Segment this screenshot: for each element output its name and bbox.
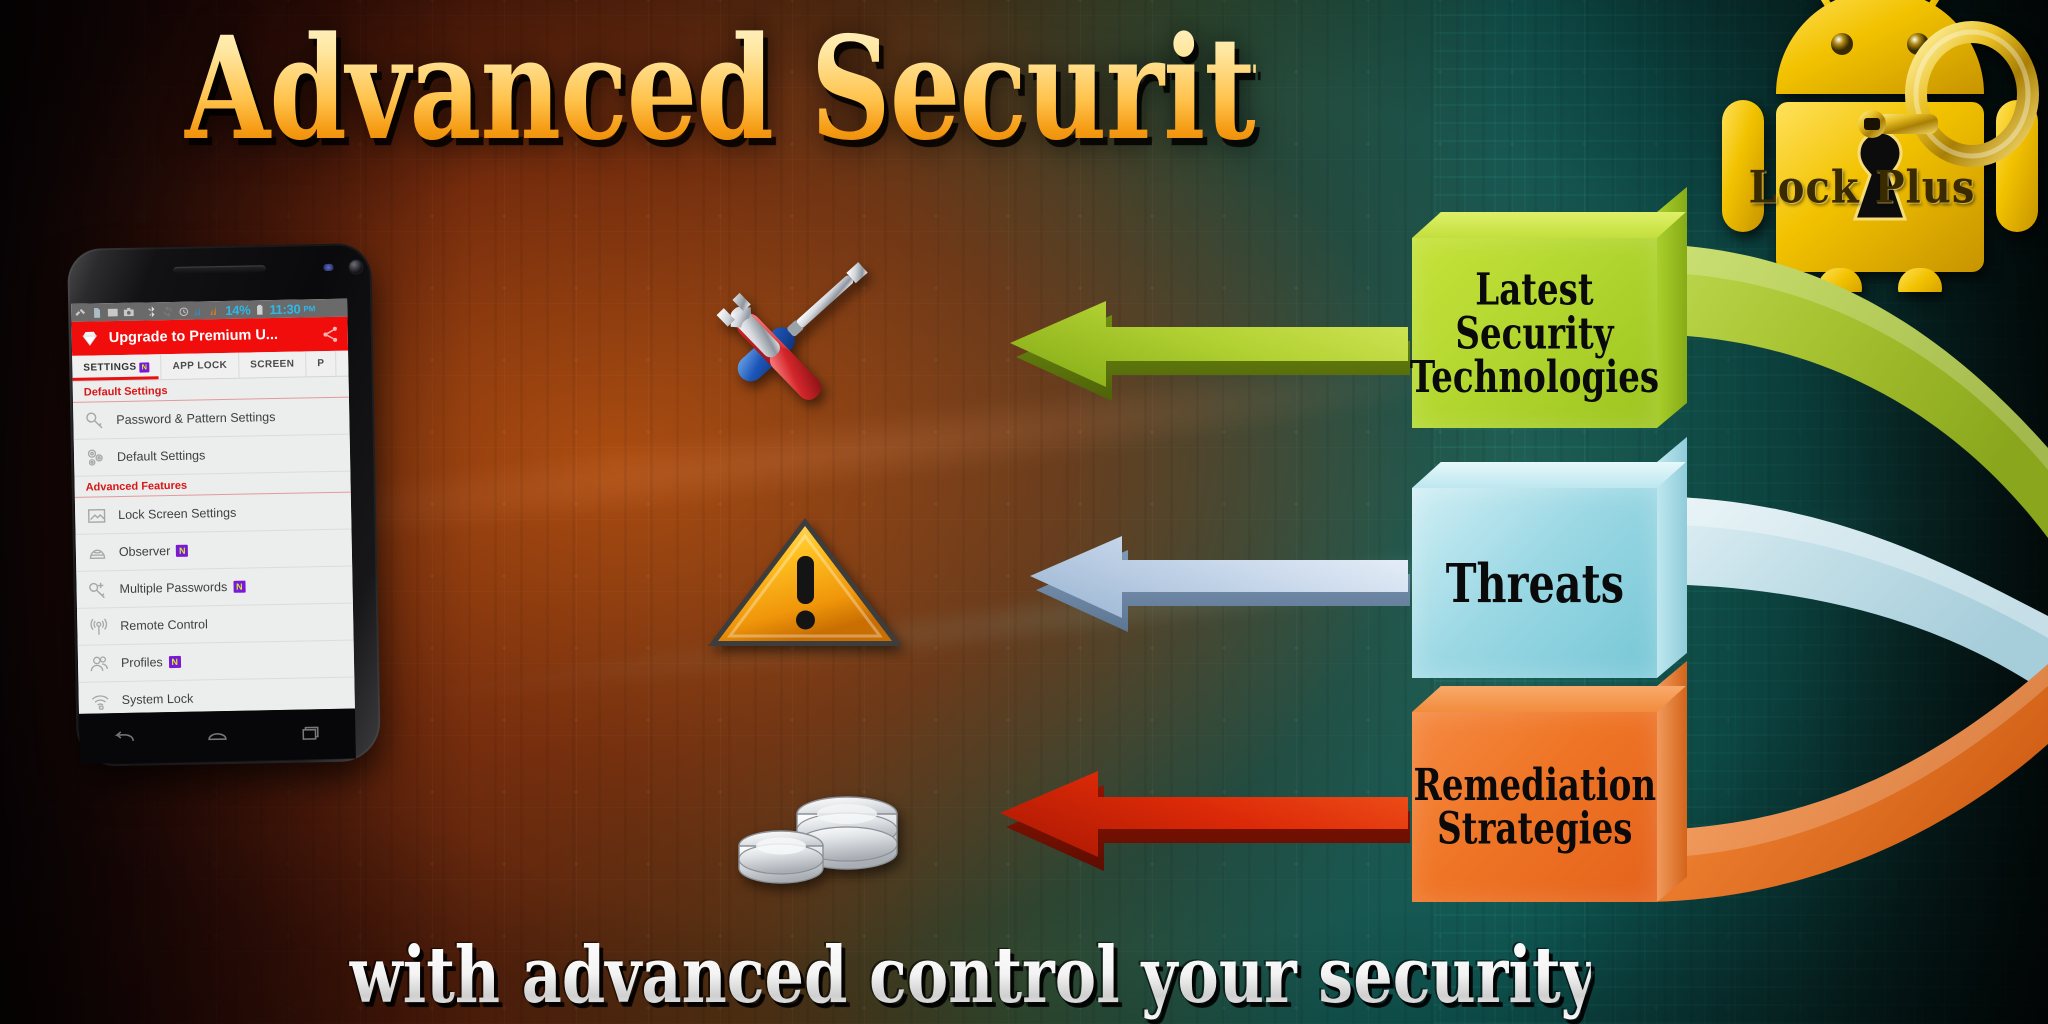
phone-navigation-bar[interactable] — [78, 708, 356, 764]
wifi-lock-icon — [91, 694, 109, 710]
list-item-label: Profiles — [120, 655, 163, 671]
list-item-badge: N — [168, 655, 181, 669]
broadcast-icon — [90, 618, 108, 635]
list-item-multiple-passwords[interactable]: Multiple Passwords N — [76, 566, 353, 609]
list-item-label: Password & Pattern Settings — [116, 409, 276, 428]
settings-list: Default Settings Password & Pattern Sett… — [72, 376, 355, 714]
box-green-front: Latest Security Technologies — [1410, 238, 1659, 428]
list-item-profiles[interactable]: Profiles N — [77, 640, 355, 683]
list-item-password-pattern-settings[interactable]: Password & Pattern Settings — [73, 397, 350, 440]
box-green: Latest Security Technologies — [1410, 186, 1687, 428]
box-blue-front: Threats — [1412, 488, 1657, 678]
observer-icon — [89, 549, 106, 559]
image-icon — [87, 508, 106, 523]
box-green-line-3: Technologies — [1409, 350, 1660, 403]
phone-mockup: 14% 11:30 PM Upgrade to Premium U... SET… — [67, 243, 381, 767]
list-item-label: Remote Control — [120, 617, 208, 634]
box-orange-front: Remediation Strategies — [1412, 712, 1657, 902]
tab-app-lock-label: APP LOCK — [172, 359, 228, 372]
tab-settings-badge: N — [139, 361, 150, 373]
list-item-lock-screen-settings[interactable]: Lock Screen Settings — [74, 492, 352, 535]
share-icon[interactable] — [321, 324, 340, 343]
list-item-observer[interactable]: Observer N — [75, 529, 353, 572]
status-time: 11:30 — [269, 300, 301, 317]
action-bar-title: Upgrade to Premium U... — [108, 326, 279, 347]
list-item-label: Lock Screen Settings — [118, 505, 237, 523]
alarm-icon — [179, 306, 189, 316]
status-meridiem: PM — [303, 303, 316, 313]
document-icon — [93, 307, 101, 318]
diamond-icon — [82, 331, 98, 346]
gallery-icon — [107, 308, 118, 316]
ribbon-orange — [1640, 664, 2048, 902]
sync-icon — [163, 305, 173, 317]
signal-icon-2 — [210, 305, 216, 315]
battery-percent: 14% — [225, 301, 251, 318]
people-icon — [90, 655, 108, 671]
key-plus-icon — [89, 582, 105, 598]
list-item-badge: N — [176, 544, 189, 557]
box-green-line-1: Latest — [1475, 262, 1594, 315]
box-blue: Threats — [1412, 436, 1687, 678]
bluetooth-icon — [148, 305, 155, 317]
logo-text: Lock Plus — [1748, 161, 1976, 214]
tab-profiles-partial[interactable]: P — [306, 350, 337, 377]
box-green-line-2: Security — [1455, 306, 1614, 359]
screenshot-icon — [123, 307, 134, 316]
signal-icon-1 — [194, 306, 200, 315]
phone-front-camera — [349, 260, 363, 274]
tab-profiles-partial-label: P — [317, 358, 325, 370]
box-green-label: Latest Security Technologies — [1409, 221, 1660, 445]
key-icon — [86, 411, 103, 428]
action-bar[interactable]: Upgrade to Premium U... — [71, 316, 349, 356]
arrow-green — [1010, 301, 1410, 401]
tab-app-lock[interactable]: APP LOCK — [161, 352, 240, 380]
box-orange: Remediation Strategies — [1412, 660, 1687, 902]
list-item-label: Default Settings — [116, 448, 206, 465]
box-orange-line-2: Strategies — [1436, 802, 1633, 855]
list-item-label: System Lock — [121, 691, 194, 707]
gears-icon — [87, 448, 103, 466]
box-orange-line-1: Remediation — [1413, 758, 1656, 811]
tab-active-indicator — [72, 376, 159, 381]
warning-icon — [708, 518, 902, 646]
box-blue-line-1: Threats — [1445, 551, 1624, 615]
tab-screen[interactable]: SCREEN — [239, 351, 307, 378]
list-item-default-settings[interactable]: Default Settings — [73, 434, 351, 477]
tab-bar[interactable]: SETTINGS N APP LOCK SCREEN P — [72, 350, 349, 382]
poster-canvas: Advanced Security Options with advanced … — [0, 0, 2048, 1024]
tab-settings-label: SETTINGS — [83, 361, 137, 374]
back-icon[interactable] — [112, 728, 138, 748]
tools-icon — [716, 262, 868, 400]
box-orange-label: Remediation Strategies — [1412, 695, 1657, 919]
list-item-remote-control[interactable]: Remote Control — [76, 603, 354, 646]
arrow-blue — [1030, 536, 1410, 632]
tab-screen-label: SCREEN — [250, 358, 295, 371]
vibrate-icon — [75, 308, 86, 316]
list-item-label: Observer — [118, 544, 171, 560]
box-blue-label: Threats — [1412, 471, 1657, 695]
page-subtitle: with advanced control your security. — [349, 930, 1612, 1022]
list-item-badge: N — [233, 580, 246, 593]
home-icon[interactable] — [204, 726, 230, 746]
phone-earpiece — [173, 265, 266, 274]
page-title: Advanced Security Options — [184, 4, 1835, 172]
coins-icon — [738, 796, 898, 884]
arrow-red — [1000, 771, 1410, 871]
phone-notification-led — [323, 263, 334, 272]
list-item-label: Multiple Passwords — [119, 579, 228, 597]
battery-icon — [257, 304, 263, 315]
phone-screen: 14% 11:30 PM Upgrade to Premium U... SET… — [71, 298, 355, 714]
recents-icon[interactable] — [296, 724, 322, 744]
